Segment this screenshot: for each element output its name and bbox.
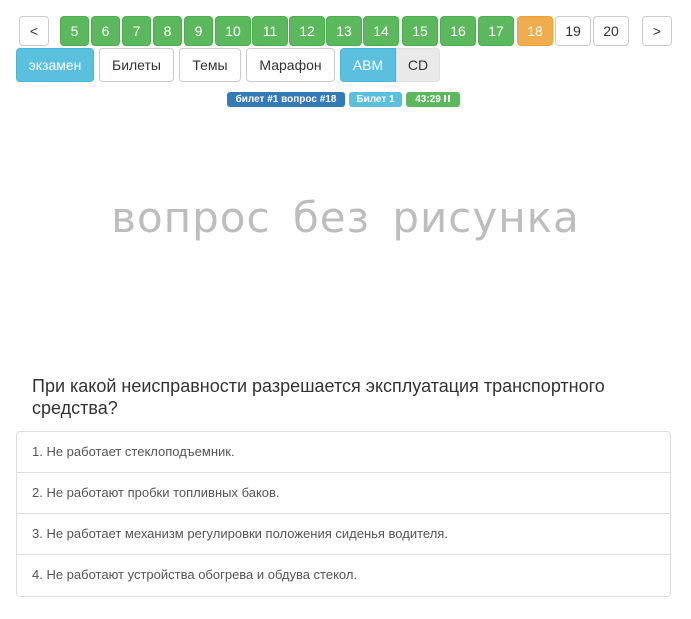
category-abm-button[interactable]: ABM: [340, 48, 396, 82]
answer-list: 1. Не работает стеклоподъемник. 2. Не ра…: [16, 431, 671, 597]
page-button-5[interactable]: 5: [60, 16, 89, 46]
page-button-18-current[interactable]: 18: [517, 16, 553, 46]
topics-mode-button[interactable]: Темы: [179, 48, 241, 82]
next-page-button[interactable]: >: [642, 16, 672, 46]
page-button-20[interactable]: 20: [593, 16, 629, 46]
answer-option-4[interactable]: 4. Не работают устройства обогрева и обд…: [17, 555, 670, 596]
marathon-mode-button[interactable]: Марафон: [246, 48, 335, 82]
page-button-6[interactable]: 6: [91, 16, 120, 46]
page-button-16[interactable]: 16: [440, 16, 476, 46]
timer-badge[interactable]: 43:29: [406, 92, 460, 107]
page-button-12[interactable]: 12: [289, 16, 325, 46]
answer-option-3[interactable]: 3. Не работает механизм регулировки поло…: [17, 514, 670, 555]
exam-mode-button[interactable]: экзамен: [16, 48, 94, 82]
page-button-10[interactable]: 10: [215, 16, 251, 46]
ticket-badge: Билет 1: [349, 92, 402, 107]
page-button-11[interactable]: 11: [252, 16, 288, 46]
category-cd-button[interactable]: CD: [396, 48, 440, 82]
page-button-19[interactable]: 19: [555, 16, 591, 46]
tickets-mode-button[interactable]: Билеты: [99, 48, 174, 82]
page-button-8[interactable]: 8: [153, 16, 182, 46]
timer-value: 43:29: [415, 94, 441, 105]
page-button-15[interactable]: 15: [402, 16, 438, 46]
question-text: При какой неисправности разрешается эксп…: [32, 376, 605, 418]
page-button-13[interactable]: 13: [326, 16, 362, 46]
prev-page-button[interactable]: <: [19, 16, 49, 46]
page-button-14[interactable]: 14: [363, 16, 399, 46]
page-button-17[interactable]: 17: [478, 16, 514, 46]
question-pagination: < 5 6 7 8 9 10 11 12 13 14 15 16 17 18 1…: [16, 16, 675, 46]
ticket-question-badge: билет #1 вопрос #18: [227, 92, 345, 107]
pause-icon[interactable]: [443, 94, 451, 102]
no-image-placeholder: вопрос без рисунка: [111, 193, 580, 242]
page-button-7[interactable]: 7: [122, 16, 151, 46]
answer-option-1[interactable]: 1. Не работает стеклоподъемник.: [17, 432, 670, 473]
page-button-9[interactable]: 9: [184, 16, 213, 46]
answer-option-2[interactable]: 2. Не работают пробки топливных баков.: [17, 473, 670, 514]
